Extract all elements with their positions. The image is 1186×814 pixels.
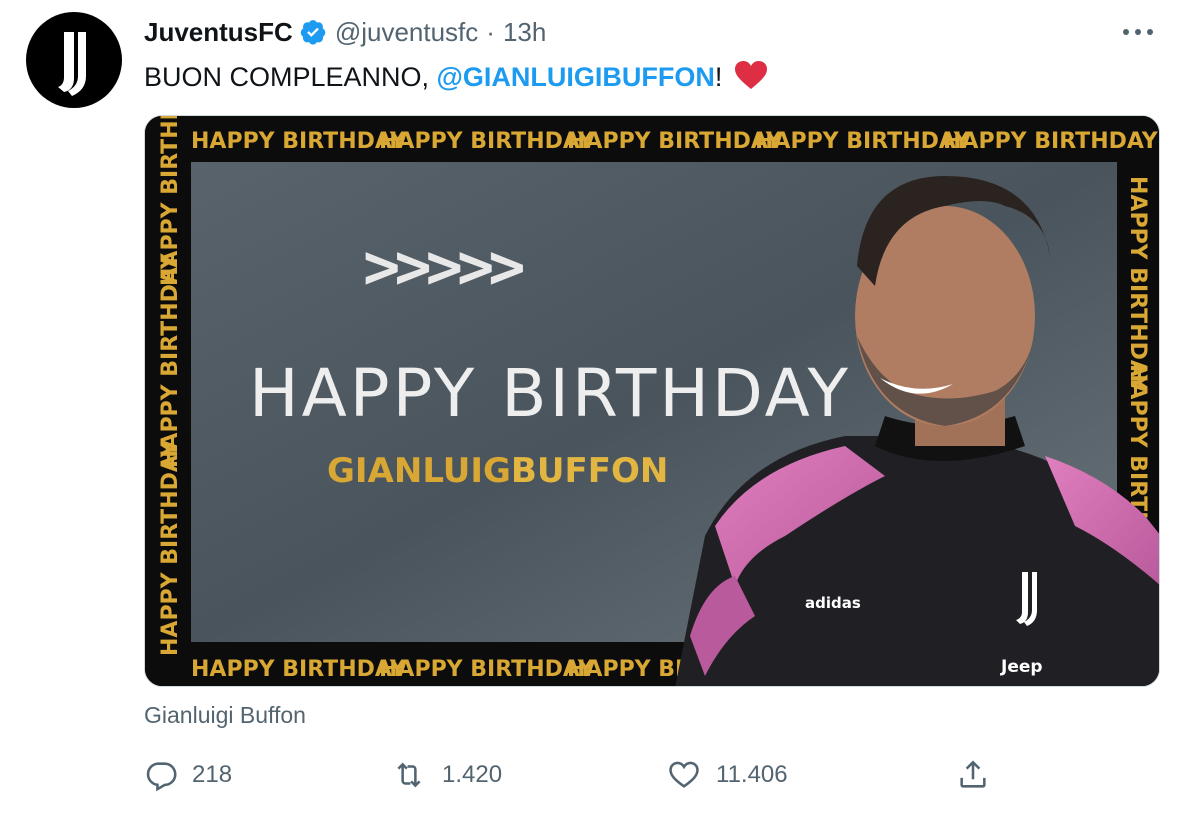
tweet-actions: 218 1.420 11.406 — [144, 752, 1004, 798]
separator-dot: · — [486, 16, 495, 47]
share-icon — [960, 760, 986, 788]
verified-badge-icon — [300, 20, 326, 45]
more-dots-icon — [1123, 29, 1153, 35]
border-text-top-4: HAPPY BIRTHDAY — [755, 129, 971, 154]
heart-icon — [669, 761, 699, 788]
tweet-header: JuventusFC @juventusfc · 13h — [144, 14, 546, 50]
chevrons-graphic: >>>>> — [363, 230, 523, 303]
reply-icon — [146, 762, 177, 792]
retweet-icon — [397, 762, 421, 788]
border-text-left-3: HAPPY BIRTHDAY — [158, 116, 183, 286]
tweet-text-prefix: BUON COMPLEANNO, — [144, 62, 437, 92]
share-button[interactable] — [956, 752, 1004, 798]
kit-brand-adidas: adidas — [805, 594, 861, 612]
reply-button[interactable]: 218 — [144, 752, 232, 798]
like-button[interactable]: 11.406 — [666, 752, 788, 798]
timestamp[interactable]: 13h — [503, 17, 546, 48]
avatar[interactable] — [26, 12, 122, 108]
display-name[interactable]: JuventusFC — [144, 17, 293, 48]
border-text-bottom-2: HAPPY BIRTHDAY — [379, 657, 595, 682]
red-heart-emoji-icon — [734, 61, 767, 89]
retweet-button[interactable]: 1.420 — [390, 752, 502, 798]
handle[interactable]: @juventusfc — [335, 17, 478, 48]
media-caption: Gianluigi Buffon — [144, 702, 306, 728]
border-text-left-1: HAPPY BIRTHDAY — [158, 440, 183, 656]
subtitle-last-name: BUFFON — [511, 451, 668, 491]
headline-text: HAPPY BIRTHDAY — [249, 355, 851, 432]
border-text-top-1: HAPPY BIRTHDAY — [191, 129, 407, 154]
border-text-top-3: HAPPY BIRTHDAY — [567, 129, 783, 154]
reply-count: 218 — [192, 761, 233, 788]
tweet-media-image[interactable]: HAPPY BIRTHDAY HAPPY BIRTHDAY HAPPY BIRT… — [144, 115, 1160, 687]
border-text-top-5: HAPPY BIRTHDAY — [943, 129, 1159, 154]
border-text-top-2: HAPPY BIRTHDAY — [379, 129, 595, 154]
mention-link[interactable]: @GIANLUIGIBUFFON — [437, 62, 715, 92]
tweet-text-suffix: ! — [714, 62, 723, 92]
tweet-text: BUON COMPLEANNO, @GIANLUIGIBUFFON! — [144, 58, 768, 96]
border-text-bottom-1: HAPPY BIRTHDAY — [191, 657, 407, 682]
border-text-right-1: HAPPY BIRTHDAY — [1125, 176, 1150, 392]
juventus-logo-icon — [58, 32, 86, 96]
kit-brand-jeep: Jeep — [1000, 657, 1043, 677]
more-options-button[interactable] — [1118, 18, 1158, 46]
retweet-count: 1.420 — [442, 761, 503, 788]
like-count: 11.406 — [716, 761, 788, 788]
subtitle-first-name: GIANLUIGI — [327, 451, 524, 491]
birthday-graphic: HAPPY BIRTHDAY HAPPY BIRTHDAY HAPPY BIRT… — [145, 116, 1159, 686]
